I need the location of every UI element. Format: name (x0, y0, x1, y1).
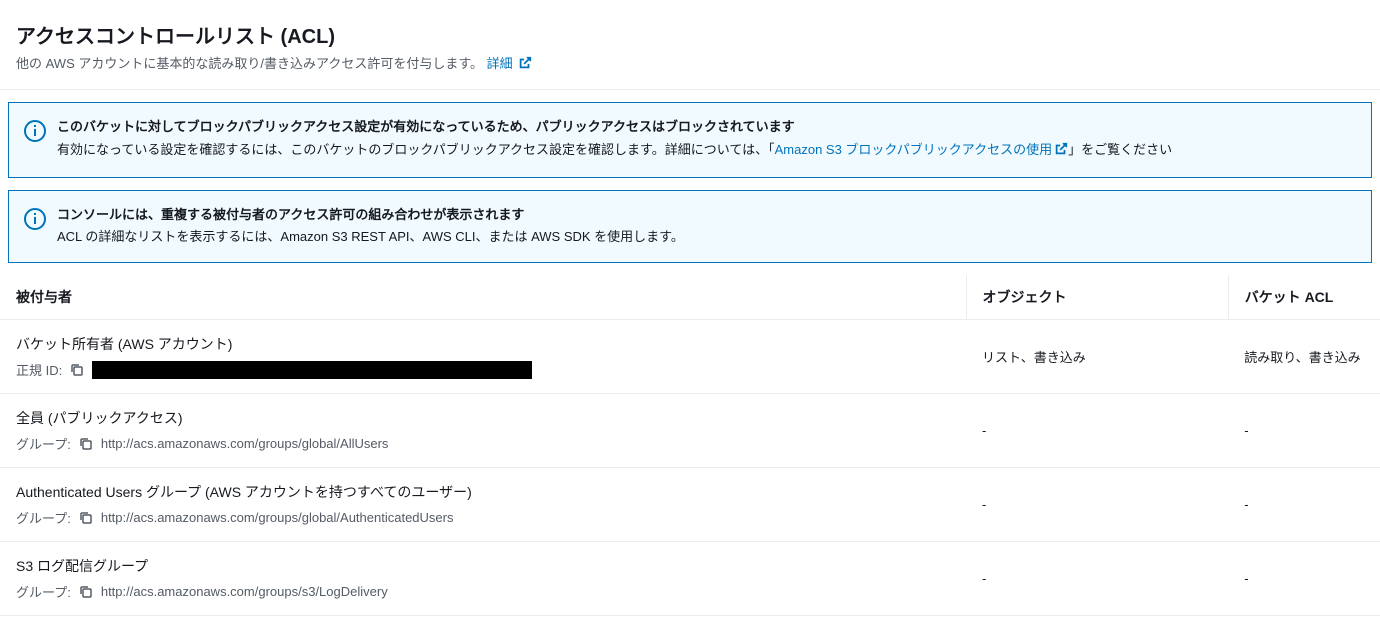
group-uri: http://acs.amazonaws.com/groups/global/A… (101, 436, 389, 451)
alert-title: コンソールには、重複する被付与者のアクセス許可の組み合わせが表示されます (57, 205, 1355, 226)
bucket-acl-permission: 読み取り、書き込み (1228, 320, 1380, 394)
page-title: アクセスコントロールリスト (ACL) (16, 20, 1364, 49)
objects-permission: リスト、書き込み (966, 320, 1228, 394)
grantee-name: S3 ログ配信グループ (16, 556, 950, 576)
external-link-icon (1054, 142, 1068, 163)
table-row: バケット所有者 (AWS アカウント) 正規 ID: リスト、書き込み 読み (0, 320, 1380, 394)
bucket-acl-permission: - (1228, 394, 1380, 468)
canonical-id-label: 正規 ID: (16, 360, 62, 379)
group-label: グループ: (16, 582, 71, 601)
copy-icon[interactable] (68, 361, 86, 379)
bucket-acl-permission: - (1228, 468, 1380, 542)
objects-permission: - (966, 542, 1228, 616)
copy-icon[interactable] (77, 435, 95, 453)
canonical-id-value (92, 361, 532, 379)
col-header-grantee: 被付与者 (0, 275, 966, 320)
table-row: 全員 (パブリックアクセス) グループ: http://acs.amazonaw… (0, 394, 1380, 468)
alert-description: ACL の詳細なリストを表示するには、Amazon S3 REST API、AW… (57, 227, 1355, 248)
alert-duplicate-permissions: コンソールには、重複する被付与者のアクセス許可の組み合わせが表示されます ACL… (8, 190, 1372, 264)
grantee-name: バケット所有者 (AWS アカウント) (16, 334, 950, 354)
alert-public-access-blocked: このバケットに対してブロックパブリックアクセス設定が有効になっているため、パブリ… (8, 102, 1372, 178)
bucket-acl-permission: - (1228, 542, 1380, 616)
group-label: グループ: (16, 434, 71, 453)
info-icon (23, 207, 47, 234)
table-row: S3 ログ配信グループ グループ: http://acs.amazonaws.c… (0, 542, 1380, 616)
grantee-name: 全員 (パブリックアクセス) (16, 408, 950, 428)
grantee-name: Authenticated Users グループ (AWS アカウントを持つすべ… (16, 482, 950, 502)
copy-icon[interactable] (77, 583, 95, 601)
objects-permission: - (966, 468, 1228, 542)
copy-icon[interactable] (77, 509, 95, 527)
external-link-icon (518, 56, 532, 73)
info-icon (23, 119, 47, 146)
acl-header: アクセスコントロールリスト (ACL) 他の AWS アカウントに基本的な読み取… (0, 0, 1380, 90)
details-link[interactable]: 詳細 (487, 56, 533, 71)
alert-description: 有効になっている設定を確認するには、このバケットのブロックパブリックアクセス設定… (57, 140, 1355, 163)
block-public-access-link[interactable]: Amazon S3 ブロックパブリックアクセスの使用 (775, 142, 1069, 157)
alert-title: このバケットに対してブロックパブリックアクセス設定が有効になっているため、パブリ… (57, 117, 1355, 138)
group-uri: http://acs.amazonaws.com/groups/global/A… (101, 510, 454, 525)
col-header-bucket-acl: バケット ACL (1228, 275, 1380, 320)
table-row: Authenticated Users グループ (AWS アカウントを持つすべ… (0, 468, 1380, 542)
acl-table: 被付与者 オブジェクト バケット ACL バケット所有者 (AWS アカウント)… (0, 275, 1380, 616)
group-uri: http://acs.amazonaws.com/groups/s3/LogDe… (101, 584, 388, 599)
col-header-objects: オブジェクト (966, 275, 1228, 320)
page-subtitle: 他の AWS アカウントに基本的な読み取り/書き込みアクセス許可を付与します。 … (16, 53, 1364, 73)
group-label: グループ: (16, 508, 71, 527)
objects-permission: - (966, 394, 1228, 468)
